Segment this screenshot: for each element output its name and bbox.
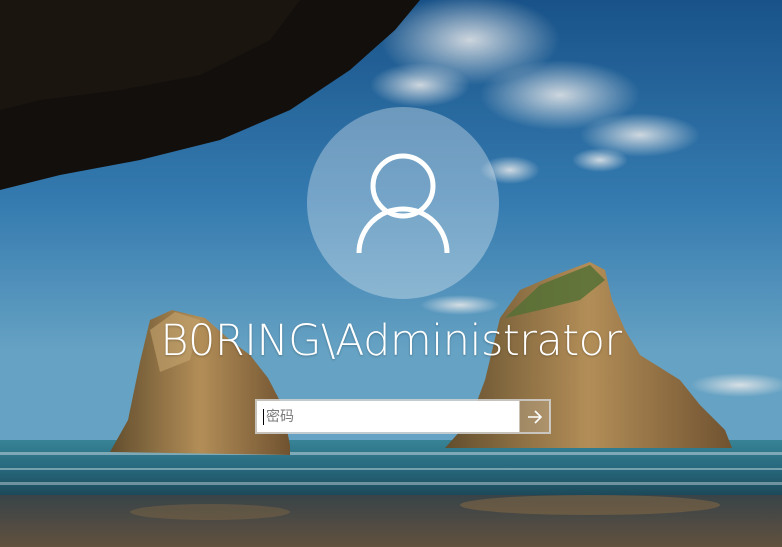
username-label: B0RING\Administrator	[160, 316, 622, 366]
arrow-right-icon	[528, 409, 543, 424]
lock-screen: B0RING\Administrator	[0, 0, 782, 547]
password-input[interactable]	[257, 401, 519, 432]
user-avatar	[307, 107, 499, 299]
password-field-group	[255, 399, 551, 434]
user-silhouette-icon	[356, 153, 450, 254]
text-caret	[263, 409, 264, 425]
submit-button[interactable]	[519, 401, 550, 432]
